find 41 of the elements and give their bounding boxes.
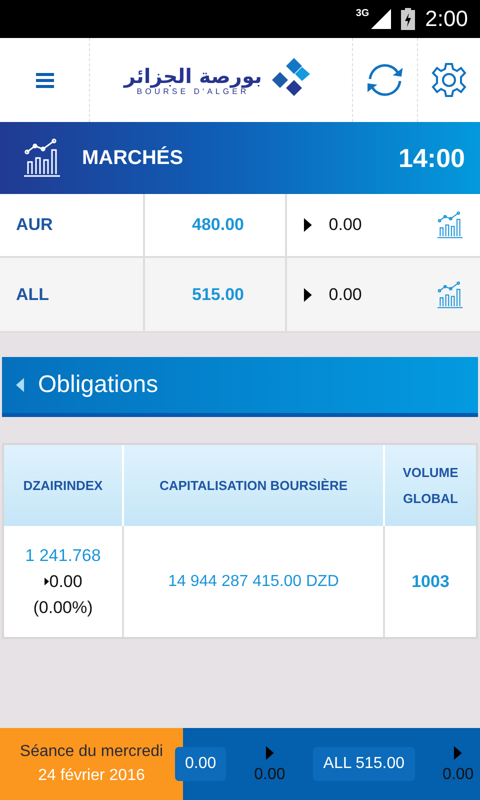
price-change: 0.00 (328, 284, 363, 304)
unchanged-icon (453, 744, 464, 762)
unchanged-icon (303, 286, 313, 304)
battery-icon (401, 8, 416, 30)
ticker-quote: ALL 515.00 (313, 747, 415, 781)
section-header[interactable]: Obligations (2, 357, 478, 417)
global-volume: 1003 (412, 572, 450, 592)
column-header: VOLUME GLOBAL (402, 464, 460, 508)
unchanged-icon (264, 744, 275, 762)
caret-icon (16, 378, 24, 392)
logo-arabic-text: بورصة الجزائر (124, 64, 262, 86)
menu-icon[interactable] (36, 72, 54, 88)
network-type: 3G (356, 8, 370, 19)
signal-icon (371, 9, 392, 29)
stock-symbol: ALL (16, 284, 50, 304)
price-change: 0.00 (328, 215, 363, 235)
stock-price: 480.00 (192, 215, 245, 235)
markets-time: 14:00 (398, 142, 465, 174)
session-date: 24 février 2016 (38, 767, 145, 785)
section-title: Obligations (38, 371, 158, 399)
ticker-quote: 0.00 (175, 747, 226, 781)
chart-icon (436, 280, 464, 308)
market-capitalisation: 14 944 287 415.00 DZD (168, 572, 339, 590)
status-time: 2:00 (425, 6, 468, 32)
index-percent: (0.00%) (33, 596, 93, 618)
ticker-change: 0.00 (254, 766, 286, 784)
chart-icon (22, 138, 62, 178)
stock-price: 515.00 (192, 284, 245, 304)
chart-icon (436, 211, 464, 239)
unchanged-icon (44, 576, 50, 587)
column-header: CAPITALISATION BOURSIÈRE (124, 445, 385, 526)
settings-icon[interactable] (431, 62, 467, 98)
logo-latin-text: BOURSE D'ALGER (136, 86, 250, 96)
session-day: Séance du mercredi (20, 743, 164, 761)
column-header: DZAIRINDEX (4, 445, 124, 526)
markets-title: MARCHÉS (82, 146, 184, 170)
ticker-change: 0.00 (442, 766, 474, 784)
index-change: 0.00 (49, 570, 82, 592)
index-value: 1 241.768 (25, 544, 101, 566)
stock-symbol: AUR (16, 215, 53, 235)
unchanged-icon (303, 216, 313, 234)
